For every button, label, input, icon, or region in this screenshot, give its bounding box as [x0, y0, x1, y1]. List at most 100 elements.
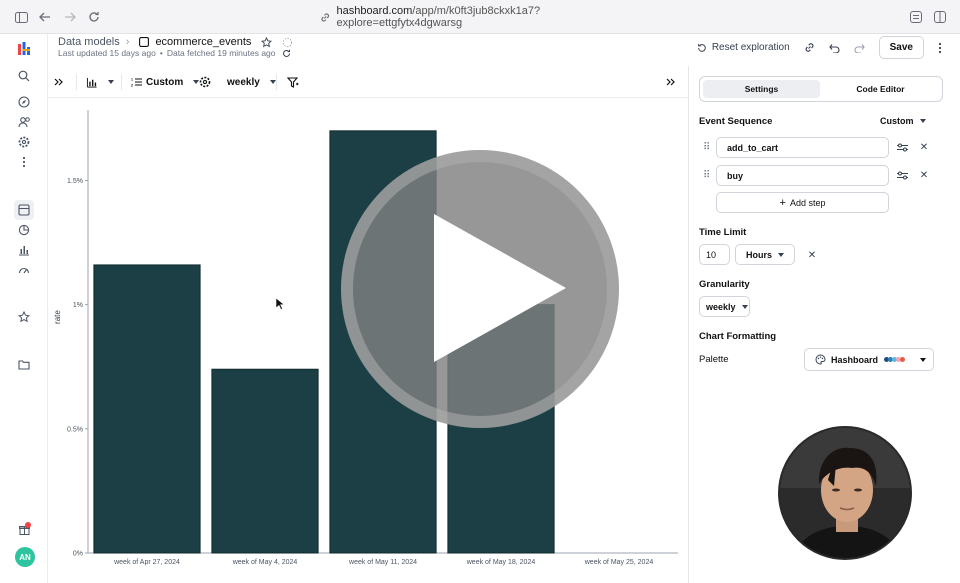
drag-handle-icon[interactable]: ⠿	[703, 142, 710, 153]
gauge-icon[interactable]	[14, 260, 34, 280]
remove-step-close-icon[interactable]: ✕	[918, 141, 930, 153]
header-actions: Reset exploration Save	[697, 36, 942, 59]
metric-settings-gear-icon[interactable]	[199, 74, 211, 90]
save-button[interactable]: Save	[878, 36, 924, 59]
time-limit-unit-label: Hours	[746, 249, 773, 260]
settings-gear-icon[interactable]	[14, 132, 34, 152]
avatar[interactable]: AN	[15, 547, 35, 567]
event-sequence-title: Event Sequence	[699, 116, 773, 127]
palette-icon	[815, 354, 826, 365]
more-vertical-icon[interactable]	[14, 152, 34, 172]
remove-step-close-icon[interactable]: ✕	[918, 169, 930, 181]
metric-label: Custom	[146, 76, 184, 88]
chevron-down-icon	[919, 119, 926, 123]
link-icon[interactable]	[804, 42, 815, 53]
clear-time-limit-close-icon[interactable]: ✕	[806, 249, 818, 261]
star-icon[interactable]	[14, 307, 34, 327]
chevron-down-icon	[741, 304, 748, 309]
reset-exploration-button[interactable]: Reset exploration	[697, 42, 790, 53]
chevron-down-icon	[778, 252, 785, 257]
time-limit-unit-select[interactable]: Hours	[735, 244, 795, 265]
sidebar-toggle-icon[interactable]	[13, 9, 29, 25]
mouse-cursor-icon	[275, 297, 285, 310]
step-options-icon[interactable]	[896, 141, 908, 153]
chart-type-select[interactable]	[86, 74, 114, 90]
undo-icon[interactable]	[828, 43, 840, 53]
notification-dot	[24, 522, 31, 528]
time-limit-value: 10	[706, 249, 717, 260]
breadcrumb-data-models[interactable]: Data models	[58, 36, 120, 48]
favorite-star-icon[interactable]	[261, 36, 273, 48]
tab-code-editor[interactable]: Code Editor	[822, 80, 939, 98]
presenter-webcam	[778, 426, 912, 560]
drag-handle-icon[interactable]: ⠿	[703, 170, 710, 181]
split-view-icon[interactable]	[932, 9, 948, 25]
granularity-select[interactable]: weekly	[227, 74, 276, 90]
model-square-icon	[139, 37, 150, 47]
y-tick-label: 0%	[73, 551, 83, 558]
presenter-photo	[780, 428, 910, 558]
reset-icon	[697, 43, 706, 52]
bar	[211, 368, 319, 554]
hashboard-logo-icon[interactable]	[14, 38, 34, 58]
reset-exploration-label: Reset exploration	[711, 42, 790, 53]
collapse-right-icon[interactable]	[666, 74, 676, 90]
palette-select[interactable]: Hashboard	[804, 348, 934, 371]
last-updated-text: Last updated 15 days ago	[58, 48, 156, 58]
compass-icon[interactable]	[14, 92, 34, 112]
svg-text:2: 2	[131, 84, 133, 88]
step-field[interactable]: buy	[716, 165, 889, 186]
folder-icon[interactable]	[14, 354, 34, 374]
event-sequence-mode-select[interactable]: Custom	[880, 116, 926, 126]
granularity-select[interactable]: weekly	[699, 296, 750, 317]
address-bar[interactable]: hashboard.com/app/m/k0ft3jub8ckxk1a7?exp…	[320, 5, 650, 29]
users-icon[interactable]	[14, 112, 34, 132]
filter-icon[interactable]	[287, 74, 299, 90]
pie-chart-icon[interactable]	[14, 220, 34, 240]
play-icon[interactable]	[434, 214, 566, 362]
bar-chart-icon[interactable]	[14, 240, 34, 260]
collapse-left-icon[interactable]	[54, 74, 64, 90]
tab-settings[interactable]: Settings	[703, 80, 820, 98]
data-freshness: Last updated 15 days ago • Data fetched …	[58, 48, 291, 58]
step-options-icon[interactable]	[896, 169, 908, 181]
bar	[93, 264, 201, 554]
granularity-label: weekly	[227, 76, 260, 88]
time-limit-title: Time Limit	[699, 227, 747, 238]
step-value: buy	[727, 170, 744, 181]
x-tick-label: week of May 18, 2024	[466, 559, 536, 566]
add-step-button[interactable]: + Add step	[716, 192, 889, 213]
gift-icon[interactable]	[14, 521, 34, 541]
metric-select[interactable]: 12 Custom	[131, 74, 200, 90]
time-limit-input[interactable]: 10	[699, 244, 730, 265]
refresh-icon[interactable]	[282, 49, 291, 58]
palette-value: Hashboard	[831, 354, 879, 365]
redo-icon[interactable]	[854, 43, 865, 53]
explore-toolbar: 12 Custom weekly	[48, 66, 688, 98]
back-arrow-icon[interactable]	[37, 9, 53, 25]
event-sequence-mode-label: Custom	[880, 116, 914, 126]
plus-icon: +	[779, 196, 786, 209]
browser-toolbar: hashboard.com/app/m/k0ft3jub8ckxk1a7?exp…	[0, 0, 960, 34]
page-title: ecommerce_events	[155, 36, 252, 48]
more-vertical-icon[interactable]	[938, 42, 942, 54]
y-tick-label: 1.5%	[67, 178, 83, 185]
y-axis-label: rate	[53, 310, 62, 324]
step-field[interactable]: add_to_cart	[716, 137, 889, 158]
url-domain: hashboard.com	[336, 5, 413, 17]
palette-swatch	[900, 357, 906, 362]
chevron-down-icon	[920, 357, 927, 362]
chevron-right-icon: ›	[125, 36, 130, 48]
breadcrumb: Data models › ecommerce_events	[58, 36, 293, 48]
x-tick-label: week of May 25, 2024	[584, 559, 654, 566]
forward-arrow-icon[interactable]	[62, 9, 78, 25]
search-icon[interactable]	[14, 66, 34, 86]
bar-chart-icon	[86, 77, 97, 88]
data-fetched-text: Data fetched 19 minutes ago	[166, 48, 276, 58]
link-icon	[321, 12, 329, 22]
reload-icon[interactable]	[86, 9, 102, 25]
palette-swatches	[884, 357, 906, 362]
explore-table-icon[interactable]	[14, 200, 34, 220]
reader-icon[interactable]	[908, 9, 924, 25]
panel-tab-switcher: Settings Code Editor	[699, 76, 943, 102]
